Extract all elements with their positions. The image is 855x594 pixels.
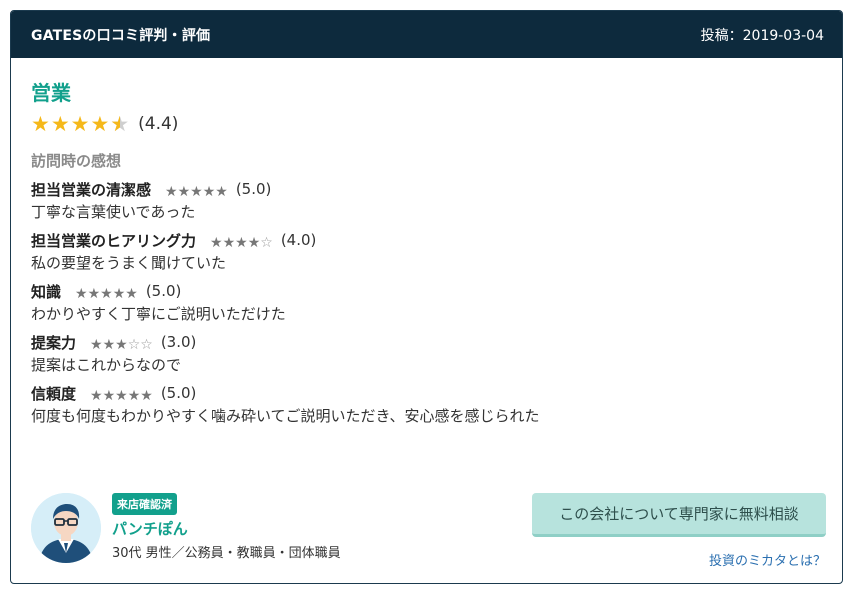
star-filled-icon: ★ — [177, 183, 191, 200]
review-content: 営業 ★ ★ ★ ★ ★ (4.4) 訪問時の感想 担当営業の清潔感 ★★★★★… — [11, 58, 842, 426]
star-filled-icon: ★ — [190, 183, 203, 200]
free-consult-button[interactable]: この会社について専門家に無料相談 — [532, 493, 826, 537]
star-empty-icon: ☆ — [140, 336, 153, 353]
rating-item-score: (5.0) — [145, 282, 182, 300]
person-avatar-icon — [31, 493, 101, 563]
rating-item-stars: ★ ★ ★ ★ ★ — [75, 287, 138, 301]
rating-item-stars: ★ ★ ★ ★ ☆ — [210, 236, 273, 250]
review-card: GATESの口コミ評判・評価 投稿：2019-03-04 営業 ★ ★ ★ ★ … — [10, 10, 843, 584]
star-filled-icon: ★ — [90, 336, 103, 353]
reviewer-info: 30代 男性／公務員・教職員・団体職員 — [112, 546, 341, 561]
rating-item-stars: ★ ★ ★ ★ ★ — [90, 389, 153, 403]
star-filled-icon: ★ — [112, 285, 126, 302]
star-filled-icon: ★ — [102, 387, 116, 404]
rating-item: 知識 ★ ★ ★ ★ ★ (5.0) わかりやすく丁寧にご説明いただけた — [31, 279, 842, 324]
rating-item-label: 信頼度 — [31, 384, 77, 403]
rating-item-comment: 提案はこれからなので — [31, 356, 182, 374]
star-half-icon: ★ — [110, 113, 129, 135]
review-header: GATESの口コミ評判・評価 投稿：2019-03-04 — [11, 11, 842, 58]
rating-item-score: (4.0) — [280, 231, 317, 249]
star-filled-icon: ★ — [210, 234, 223, 251]
star-empty-icon: ☆ — [260, 234, 273, 251]
rating-item: 担当営業の清潔感 ★ ★ ★ ★ ★ (5.0) 丁寧な言葉使いであった — [31, 177, 842, 222]
rating-item-stars: ★ ★ ★ ★ ★ — [165, 185, 228, 199]
rating-item-comment: わかりやすく丁寧にご説明いただけた — [31, 305, 286, 323]
visit-impression-label: 訪問時の感想 — [31, 152, 122, 170]
about-link[interactable]: 投資のミカタとは？ — [709, 550, 826, 569]
star-filled-icon: ★ — [235, 234, 248, 251]
rating-item-score: (3.0) — [160, 333, 197, 351]
star-filled-icon: ★ — [202, 183, 216, 200]
star-filled-icon: ★ — [247, 234, 261, 251]
star-filled-icon: ★ — [115, 336, 128, 353]
review-post-date: 投稿：2019-03-04 — [700, 27, 824, 44]
rating-item-label: 知識 — [31, 282, 62, 301]
star-filled-icon: ★ — [127, 387, 141, 404]
rating-item-comment: 丁寧な言葉使いであった — [31, 203, 196, 221]
rating-item: 信頼度 ★ ★ ★ ★ ★ (5.0) 何度も何度もわかりやすく噛み砕いてご説明いただき… — [31, 381, 842, 426]
rating-item-score: (5.0) — [160, 384, 197, 402]
star-filled-icon: ★ — [90, 387, 103, 404]
rating-item-score: (5.0) — [235, 180, 272, 198]
reviewer-name: パンチぽん — [112, 520, 188, 538]
rating-item-label: 担当営業のヒアリング力 — [31, 231, 197, 250]
rating-item: 担当営業のヒアリング力 ★ ★ ★ ★ ☆ (4.0) 私の要望をうまく聞けていた — [31, 228, 842, 273]
rating-item-list: 担当営業の清潔感 ★ ★ ★ ★ ★ (5.0) 丁寧な言葉使いであった 担当営業のヒア… — [31, 177, 842, 426]
rating-item-label: 担当営業の清潔感 — [31, 180, 152, 199]
star-filled-icon: ★ — [165, 183, 178, 200]
review-footer: 来店確認済 パンチぽん 30代 男性／公務員・教職員・団体職員 この会社について… — [31, 493, 826, 573]
star-filled-icon: ★ — [100, 285, 113, 302]
star-filled-icon: ★ — [222, 234, 236, 251]
star-filled-icon: ★ — [87, 285, 101, 302]
visit-verified-badge: 来店確認済 — [112, 493, 177, 515]
rating-item-comment: 何度も何度もわかりやすく噛み砕いてご説明いただき、安心感を感じられた — [31, 407, 540, 425]
star-filled-icon: ★ — [75, 285, 88, 302]
star-filled-icon: ★ — [102, 336, 116, 353]
rating-item-comment: 私の要望をうまく聞けていた — [31, 254, 227, 272]
star-filled-icon: ★ — [215, 183, 228, 200]
rating-item-label: 提案力 — [31, 333, 77, 352]
review-category-title: 営業 — [31, 81, 71, 105]
star-filled-icon: ★ — [125, 285, 138, 302]
review-header-title: GATESの口コミ評判・評価 — [31, 27, 211, 44]
star-filled-icon: ★ — [70, 111, 90, 136]
rating-item: 提案力 ★ ★ ★ ☆ ☆ (3.0) 提案はこれからなので — [31, 330, 842, 375]
star-filled-icon: ★ — [90, 111, 110, 136]
overall-rating: ★ ★ ★ ★ ★ (4.4) — [31, 110, 842, 138]
overall-score: (4.4) — [138, 114, 179, 134]
star-filled-icon: ★ — [115, 387, 128, 404]
star-filled-icon: ★ — [140, 387, 153, 404]
star-filled-icon: ★ — [31, 111, 50, 136]
star-empty-icon: ☆ — [127, 336, 141, 353]
rating-item-stars: ★ ★ ★ ☆ ☆ — [90, 338, 153, 352]
overall-star-rating: ★ ★ ★ ★ ★ — [31, 111, 130, 136]
star-filled-icon: ★ — [50, 111, 70, 136]
